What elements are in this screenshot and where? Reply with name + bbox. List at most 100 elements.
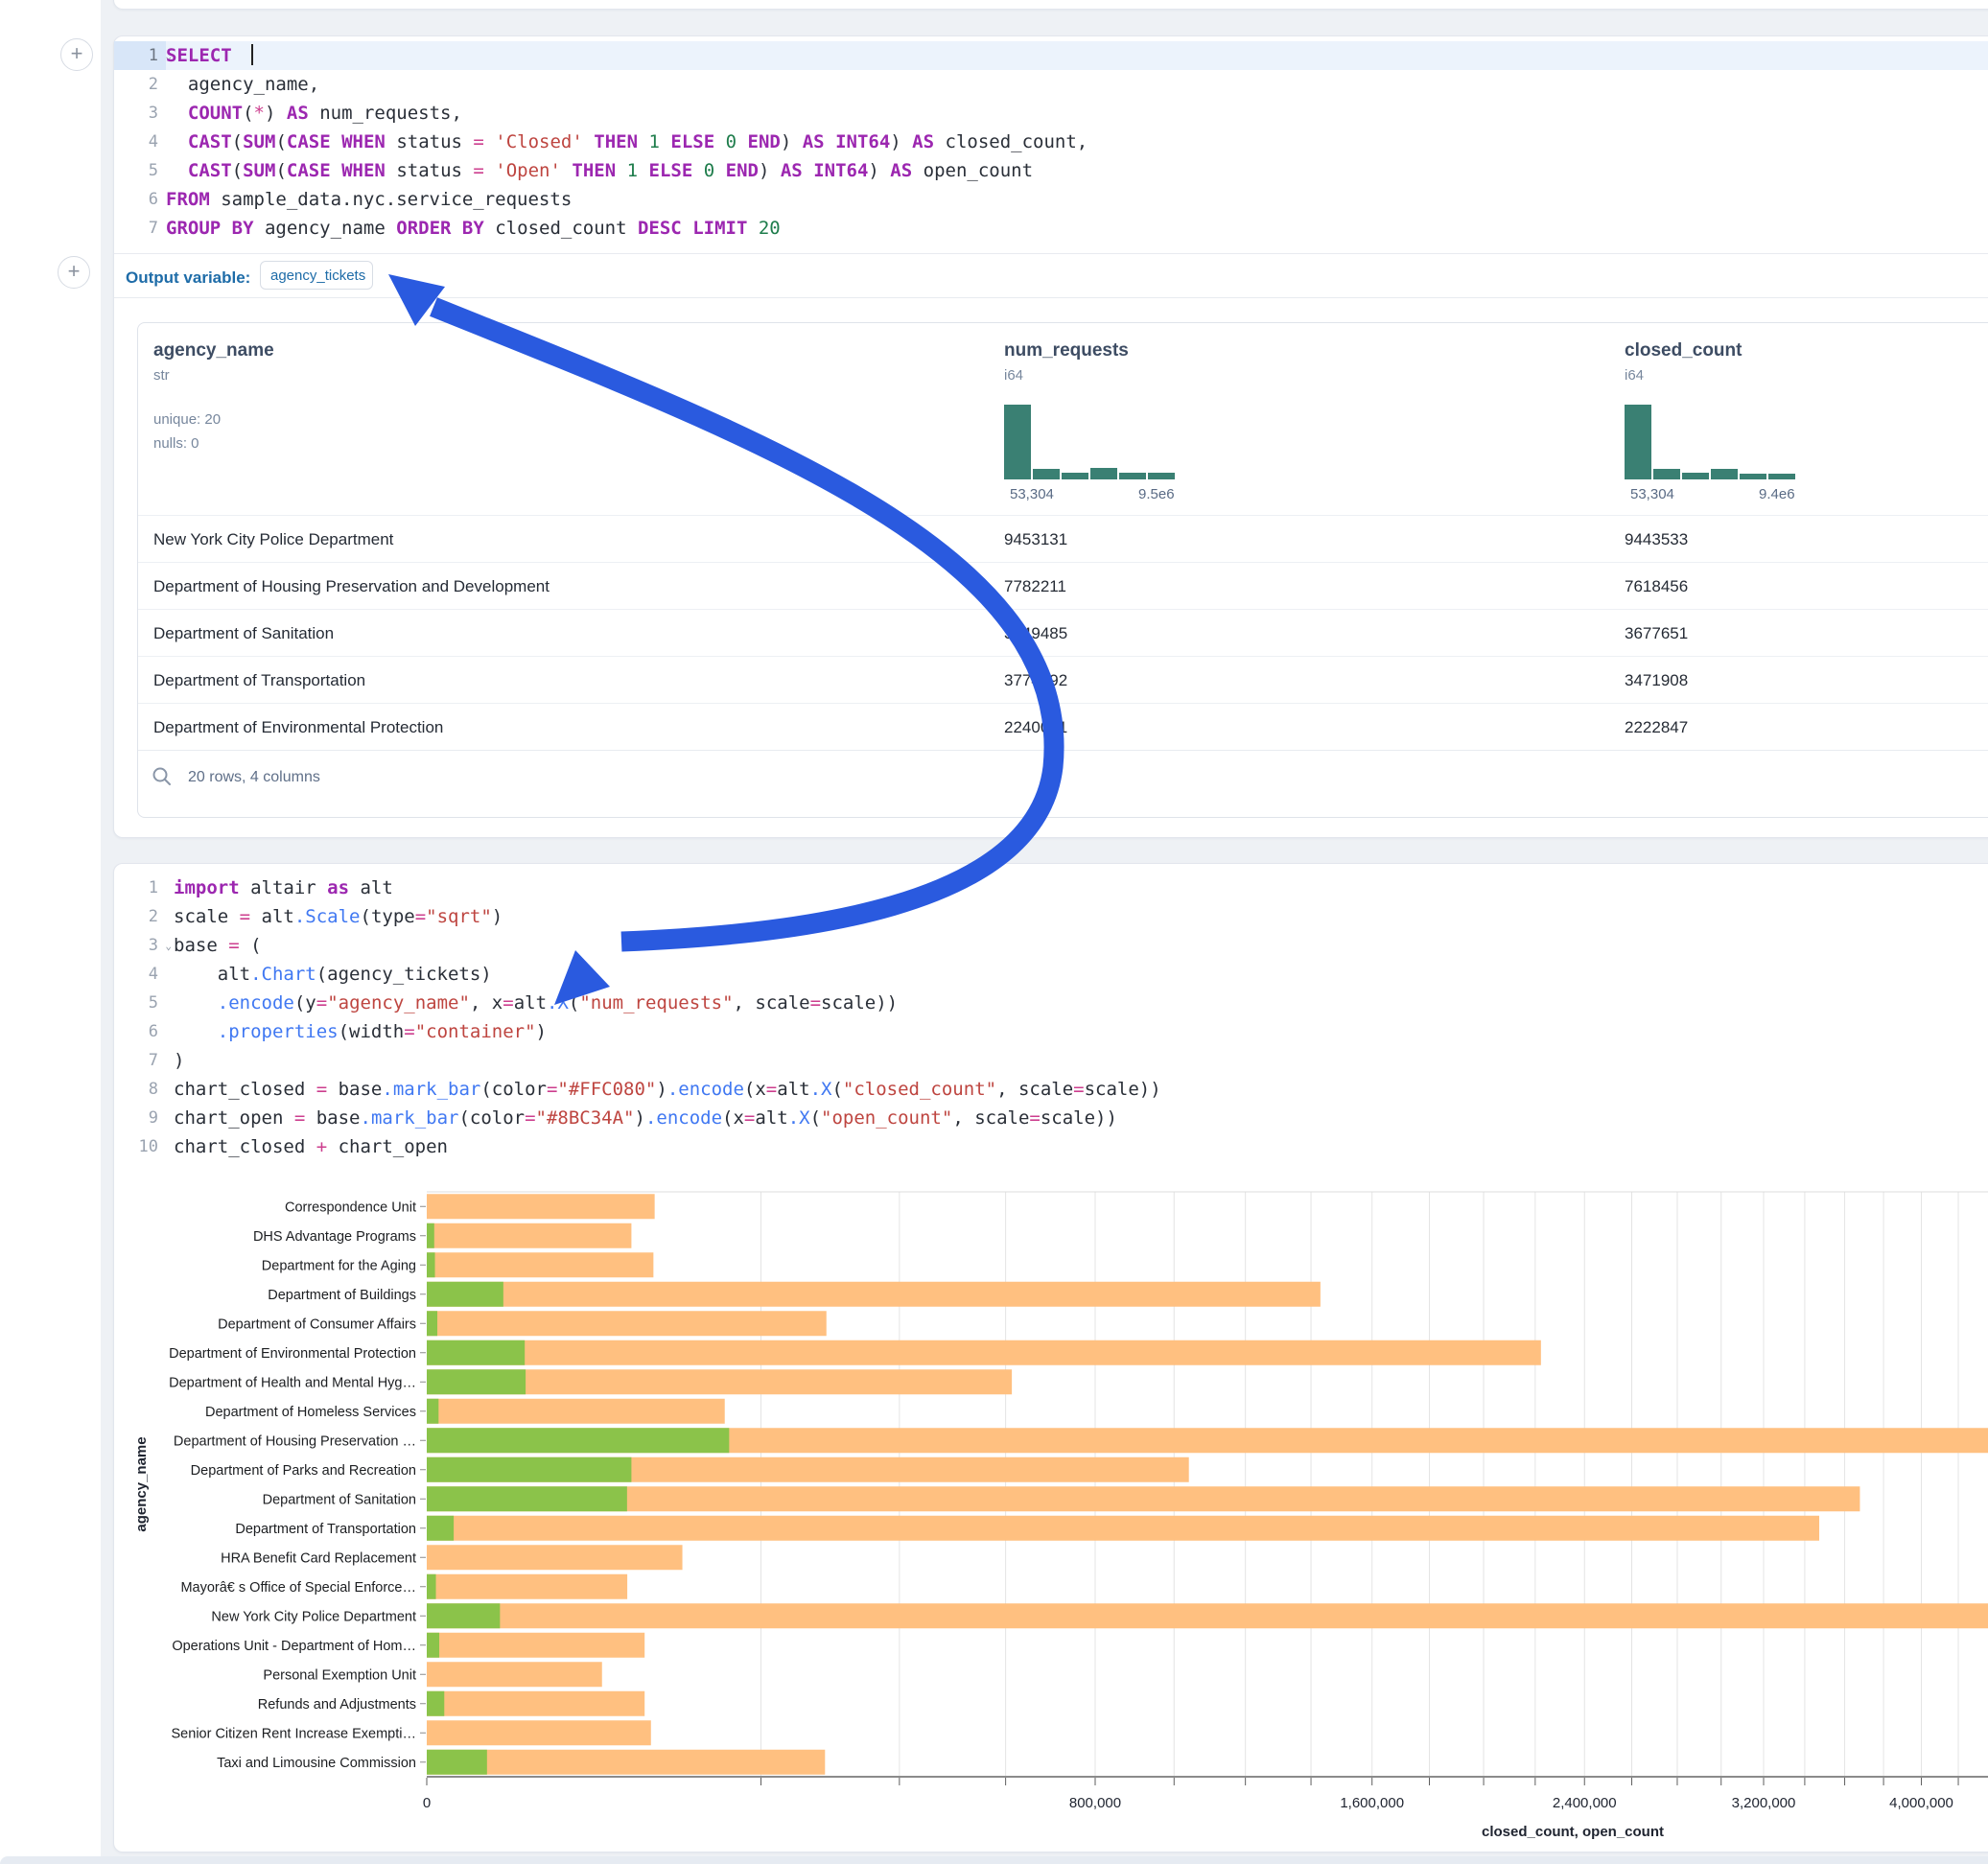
column-type: str (153, 367, 170, 384)
bar-open_count[interactable] (427, 1457, 631, 1482)
bar-open_count[interactable] (427, 1311, 437, 1336)
table-cell: 9453131 (1004, 516, 1067, 563)
y-axis-title: agency_name (133, 1436, 150, 1531)
y-axis-label: Personal Exemption Unit (263, 1667, 416, 1683)
histogram-min-label: 53,304 (1630, 486, 1674, 502)
histogram-max-label: 9.4e6 (1759, 486, 1795, 502)
output-variable-pill[interactable]: agency_tickets (260, 261, 373, 290)
bar-closed_count[interactable] (427, 1691, 644, 1716)
bar-closed_count[interactable] (427, 1223, 631, 1248)
y-axis-label: Senior Citizen Rent Increase Exempti… (172, 1726, 416, 1741)
code-text: ) (174, 1046, 184, 1075)
code-line[interactable]: 8chart_closed = base.mark_bar(color="#FF… (114, 1075, 1988, 1104)
bar-open_count[interactable] (427, 1399, 438, 1424)
cell-section-divider (114, 253, 1988, 254)
bar-closed_count[interactable] (427, 1574, 627, 1599)
bar-open_count[interactable] (427, 1691, 444, 1716)
bar-closed_count[interactable] (427, 1311, 827, 1336)
bar-open_count[interactable] (427, 1282, 503, 1307)
code-line[interactable]: 2scale = alt.Scale(type="sqrt") (114, 902, 1988, 931)
code-line[interactable]: 1import altair as alt (114, 874, 1988, 902)
line-number-gutter: 2 (114, 70, 166, 99)
code-line[interactable]: 10chart_closed + chart_open (114, 1132, 1988, 1161)
bar-closed_count[interactable] (427, 1662, 602, 1687)
bar-open_count[interactable] (427, 1252, 435, 1277)
code-text: CAST(SUM(CASE WHEN status = 'Closed' THE… (166, 128, 1088, 156)
next-cell-edge (0, 1856, 1988, 1864)
bar-closed_count[interactable] (427, 1340, 1541, 1365)
bar-closed_count[interactable] (427, 1516, 1819, 1541)
line-number-gutter: 4 (114, 960, 166, 989)
histogram-bar (1004, 405, 1031, 479)
line-number-gutter: 7 (114, 214, 166, 243)
y-axis-label: Operations Unit - Department of Hom… (172, 1639, 416, 1654)
table-row[interactable]: Department of Housing Preservation and D… (138, 562, 1988, 610)
table-row[interactable]: Department of Environmental Protection 22… (138, 703, 1988, 751)
bar-closed_count[interactable] (427, 1399, 725, 1424)
bar-closed_count[interactable] (427, 1545, 683, 1570)
table-row[interactable]: New York City Police Department945313194… (138, 515, 1988, 563)
bar-closed_count[interactable] (427, 1252, 653, 1277)
code-line[interactable]: 4 alt.Chart(agency_tickets) (114, 960, 1988, 989)
python-code-editor[interactable]: 1import altair as alt2scale = alt.Scale(… (114, 874, 1988, 1161)
y-axis-label: DHS Advantage Programs (253, 1229, 416, 1245)
line-number-gutter: 3 (114, 99, 166, 128)
column-type: i64 (1004, 367, 1023, 384)
bar-open_count[interactable] (427, 1369, 526, 1394)
line-number-gutter: 2 (114, 902, 166, 931)
histogram-bar (1148, 473, 1175, 479)
bar-open_count[interactable] (427, 1340, 525, 1365)
code-line[interactable]: 9chart_open = base.mark_bar(color="#8BC3… (114, 1104, 1988, 1132)
bar-open_count[interactable] (427, 1486, 627, 1511)
column-stat: nulls: 0 (153, 435, 199, 452)
y-axis-label: Department of Sanitation (263, 1492, 416, 1507)
code-line[interactable]: 3⌄base = ( (114, 931, 1988, 960)
column-header-agency_name[interactable]: agency_name (153, 340, 274, 361)
text-cursor (251, 44, 253, 65)
code-text: CAST(SUM(CASE WHEN status = 'Open' THEN … (166, 156, 1033, 185)
code-line[interactable]: 7) (114, 1046, 1988, 1075)
bar-open_count[interactable] (427, 1428, 729, 1453)
table-cell: Department of Environmental Protection (153, 704, 443, 751)
code-line[interactable]: 5 CAST(SUM(CASE WHEN status = 'Open' THE… (114, 156, 1988, 185)
add-cell-button-output[interactable]: + (58, 256, 90, 289)
sql-code-editor[interactable]: 1⌄SELECT 2 agency_name,3 COUNT(*) AS num… (114, 41, 1988, 243)
bar-closed_count[interactable] (427, 1633, 644, 1658)
histogram-bar (1740, 474, 1766, 479)
code-line[interactable]: 6 .properties(width="container") (114, 1017, 1988, 1046)
code-line[interactable]: 2 agency_name, (114, 70, 1988, 99)
bar-open_count[interactable] (427, 1603, 500, 1628)
bar-open_count[interactable] (427, 1516, 454, 1541)
table-row[interactable]: Department of Sanitation37494853677651 (138, 609, 1988, 657)
bar-open_count[interactable] (427, 1633, 439, 1658)
bar-closed_count[interactable] (427, 1603, 1988, 1628)
code-line[interactable]: 1⌄SELECT (114, 41, 1988, 70)
code-line[interactable]: 5 .encode(y="agency_name", x=alt.X("num_… (114, 989, 1988, 1017)
bar-open_count[interactable] (427, 1750, 487, 1775)
sql-cell: 1⌄SELECT 2 agency_name,3 COUNT(*) AS num… (113, 35, 1988, 838)
column-header-num_requests[interactable]: num_requests (1004, 340, 1129, 361)
line-number-gutter: 1⌄ (114, 41, 166, 70)
code-line[interactable]: 3 COUNT(*) AS num_requests, (114, 99, 1988, 128)
code-line[interactable]: 6FROM sample_data.nyc.service_requests (114, 185, 1988, 214)
table-row[interactable]: Department of Transportation377489234719… (138, 656, 1988, 704)
search-icon[interactable] (152, 766, 173, 787)
code-text: GROUP BY agency_name ORDER BY closed_cou… (166, 214, 781, 243)
code-text: base = ( (174, 931, 262, 960)
line-number-gutter: 5 (114, 989, 166, 1017)
add-cell-button-top[interactable]: + (60, 38, 93, 71)
code-line[interactable]: 4 CAST(SUM(CASE WHEN status = 'Closed' T… (114, 128, 1988, 156)
bar-open_count[interactable] (427, 1223, 434, 1248)
bar-closed_count[interactable] (427, 1486, 1859, 1511)
code-text: .encode(y="agency_name", x=alt.X("num_re… (174, 989, 898, 1017)
table-cell: 2222847 (1625, 704, 1688, 751)
code-text: import altair as alt (174, 874, 393, 902)
code-line[interactable]: 7GROUP BY agency_name ORDER BY closed_co… (114, 214, 1988, 243)
bar-closed_count[interactable] (427, 1720, 651, 1745)
bar-open_count[interactable] (427, 1574, 436, 1599)
cell-section-divider (114, 297, 1988, 298)
fold-chevron-icon[interactable]: ⌄ (165, 932, 172, 961)
column-header-closed_count[interactable]: closed_count (1625, 340, 1742, 361)
bar-closed_count[interactable] (427, 1282, 1321, 1307)
bar-closed_count[interactable] (427, 1194, 655, 1219)
